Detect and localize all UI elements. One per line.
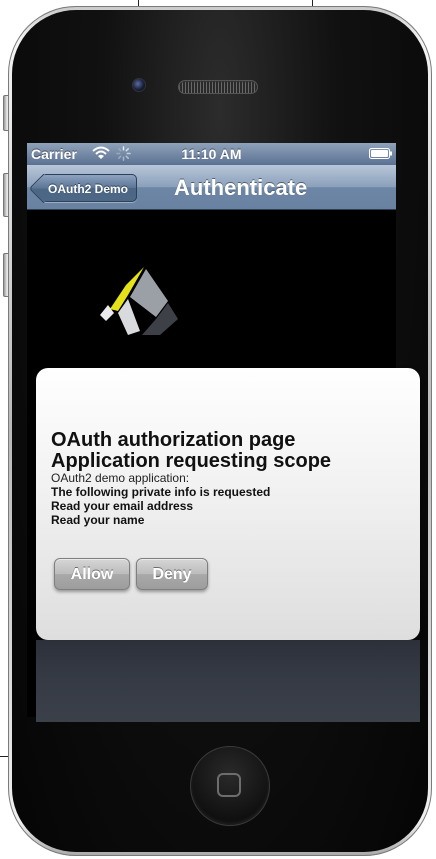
- screen-lower-area: [36, 640, 420, 722]
- back-button[interactable]: OAuth2 Demo: [28, 173, 138, 204]
- status-bar: Carrier 11:10 AM: [27, 143, 396, 165]
- earpiece-speaker: [178, 80, 258, 94]
- home-button[interactable]: [190, 746, 270, 826]
- scope-intro-text: The following private info is requested: [51, 485, 271, 499]
- navigation-bar: OAuth2 Demo Authenticate: [27, 165, 396, 210]
- scope-email-text: Read your email address: [51, 499, 194, 513]
- status-time: 11:10 AM: [181, 146, 242, 162]
- brand-logo-icon: [100, 267, 178, 335]
- requesting-app-label: OAuth2 demo application:: [51, 471, 190, 485]
- deny-button[interactable]: Deny: [136, 558, 208, 590]
- battery-icon: [369, 148, 392, 159]
- back-button-label: OAuth2 Demo: [48, 182, 129, 196]
- simulator-stage: Carrier 11:10 AM OAuth2 Demo Authenticat…: [0, 0, 436, 859]
- allow-button[interactable]: Allow: [54, 558, 130, 590]
- page-title: Authenticate: [174, 175, 308, 200]
- home-square-icon: [217, 773, 241, 797]
- front-camera-icon: [132, 78, 146, 92]
- dialog-heading: OAuth authorization page: [51, 429, 296, 451]
- dialog-subheading: Application requesting scope: [51, 450, 332, 472]
- oauth-authorization-dialog: OAuth authorization page Application req…: [36, 368, 420, 640]
- scope-name-text: Read your name: [51, 513, 145, 527]
